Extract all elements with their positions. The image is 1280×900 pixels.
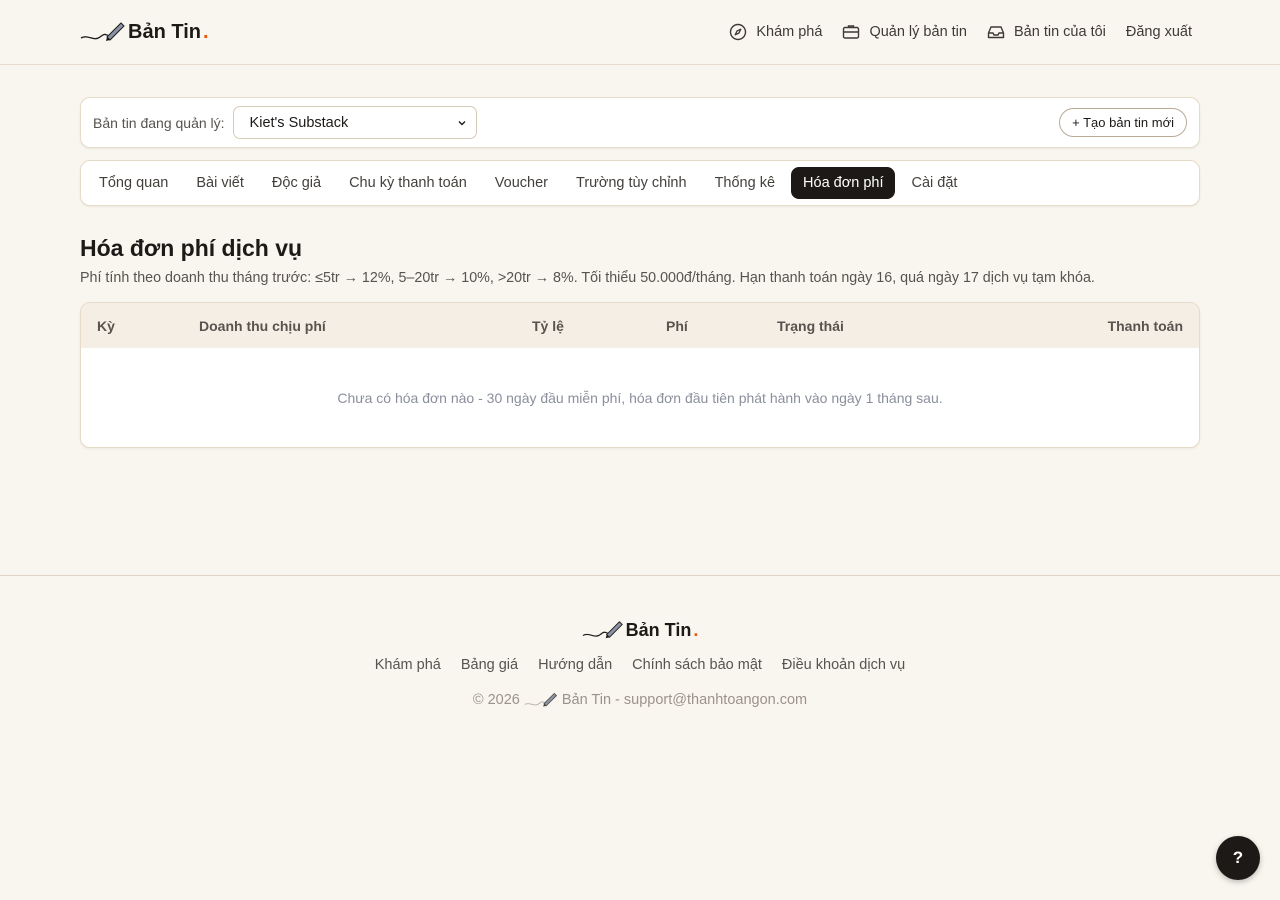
chevron-down-icon (458, 120, 466, 125)
table-header: Kỳ Doanh thu chịu phí Tỷ lệ Phí Trạng th… (81, 303, 1199, 348)
column-taxable-revenue: Doanh thu chịu phí (199, 318, 326, 334)
page-title: Hóa đơn phí dịch vụ (80, 235, 303, 261)
nav-logout-label: Đăng xuất (1125, 24, 1192, 40)
column-status: Trạng thái (777, 318, 844, 334)
selector-label: Bản tin đang quản lý: (93, 114, 225, 131)
selected-newsletter: Kiet's Substack (249, 114, 349, 131)
tab-custom-fields[interactable]: Trường tùy chỉnh (564, 167, 699, 199)
tab-billing-cycles[interactable]: Chu kỳ thanh toán (337, 167, 479, 199)
column-period: Kỳ (97, 318, 115, 334)
tab-posts[interactable]: Bài viết (184, 167, 256, 199)
invoice-table: Kỳ Doanh thu chịu phí Tỷ lệ Phí Trạng th… (80, 302, 1200, 448)
pen-logo-icon (524, 692, 557, 707)
tab-overview[interactable]: Tổng quan (87, 167, 180, 199)
footer-link-privacy[interactable]: Chính sách bảo mật (632, 657, 762, 673)
brand-logo[interactable]: Bản Tin. (80, 20, 209, 44)
tab-readers[interactable]: Độc giả (260, 167, 333, 199)
column-rate: Tỷ lệ (532, 318, 564, 334)
copyright: © 2026 Bản Tin - support@thanhtoangon.co… (0, 691, 1280, 709)
nav-my-newsletters[interactable]: Bản tin của tôi (987, 23, 1106, 41)
newsletter-select[interactable]: Kiet's Substack (232, 106, 477, 139)
nav-manage[interactable]: Quản lý bản tin (842, 23, 967, 41)
tabs-bar: Tổng quan Bài viết Độc giả Chu kỳ thanh … (80, 160, 1200, 206)
pen-logo-icon (582, 621, 623, 639)
tab-voucher[interactable]: Voucher (483, 167, 560, 199)
newsletter-selector-card: Bản tin đang quản lý: Kiet's Substack + … (80, 97, 1200, 148)
tab-fee-invoices[interactable]: Hóa đơn phí (791, 167, 896, 199)
brand-dot: . (202, 20, 209, 43)
footer-link-terms[interactable]: Điều khoản dịch vụ (782, 657, 905, 673)
pen-logo-icon (80, 22, 125, 41)
brand-name: Bản Tin (128, 20, 201, 43)
tab-settings[interactable]: Cài đặt (899, 167, 969, 199)
help-button[interactable]: ? (1216, 836, 1260, 880)
nav-explore-label: Khám phá (756, 24, 823, 40)
footer-link-guide[interactable]: Hướng dẫn (538, 657, 612, 673)
footer: Bản Tin. Khám phá Bảng giá Hướng dẫn Chí… (0, 575, 1280, 709)
nav-my-newsletters-label: Bản tin của tôi (1013, 24, 1106, 40)
footer-link-pricing[interactable]: Bảng giá (461, 657, 518, 673)
create-newsletter-button[interactable]: + Tạo bản tin mới (1059, 108, 1187, 137)
footer-links: Khám phá Bảng giá Hướng dẫn Chính sách b… (0, 657, 1280, 673)
footer-link-explore[interactable]: Khám phá (375, 657, 441, 673)
footer-logo[interactable]: Bản Tin. (0, 619, 1280, 641)
inbox-icon (987, 26, 1005, 39)
page-description: Phí tính theo doanh thu tháng trước: ≤5t… (80, 270, 1095, 286)
column-payment: Thanh toán (1107, 318, 1183, 334)
tab-statistics[interactable]: Thống kê (703, 167, 787, 199)
footer-brand-dot: . (693, 619, 699, 640)
nav-manage-label: Quản lý bản tin (869, 24, 967, 40)
briefcase-icon (843, 25, 860, 39)
empty-state-message: Chưa có hóa đơn nào - 30 ngày đầu miễn p… (337, 390, 943, 406)
top-header: Bản Tin. Khám phá Quản lý bản tin Bản ti… (0, 0, 1280, 65)
copyright-text: Bản Tin - support@thanhtoangon.com (561, 692, 808, 708)
column-fee: Phí (666, 318, 688, 334)
nav-logout[interactable]: Đăng xuất (1126, 24, 1192, 40)
main-nav: Khám phá Quản lý bản tin Bản tin của tôi… (729, 23, 1192, 41)
footer-brand-name: Bản Tin (625, 619, 692, 640)
nav-explore[interactable]: Khám phá (729, 23, 822, 41)
copyright-year: © 2026 (472, 692, 520, 708)
compass-icon (730, 23, 747, 41)
